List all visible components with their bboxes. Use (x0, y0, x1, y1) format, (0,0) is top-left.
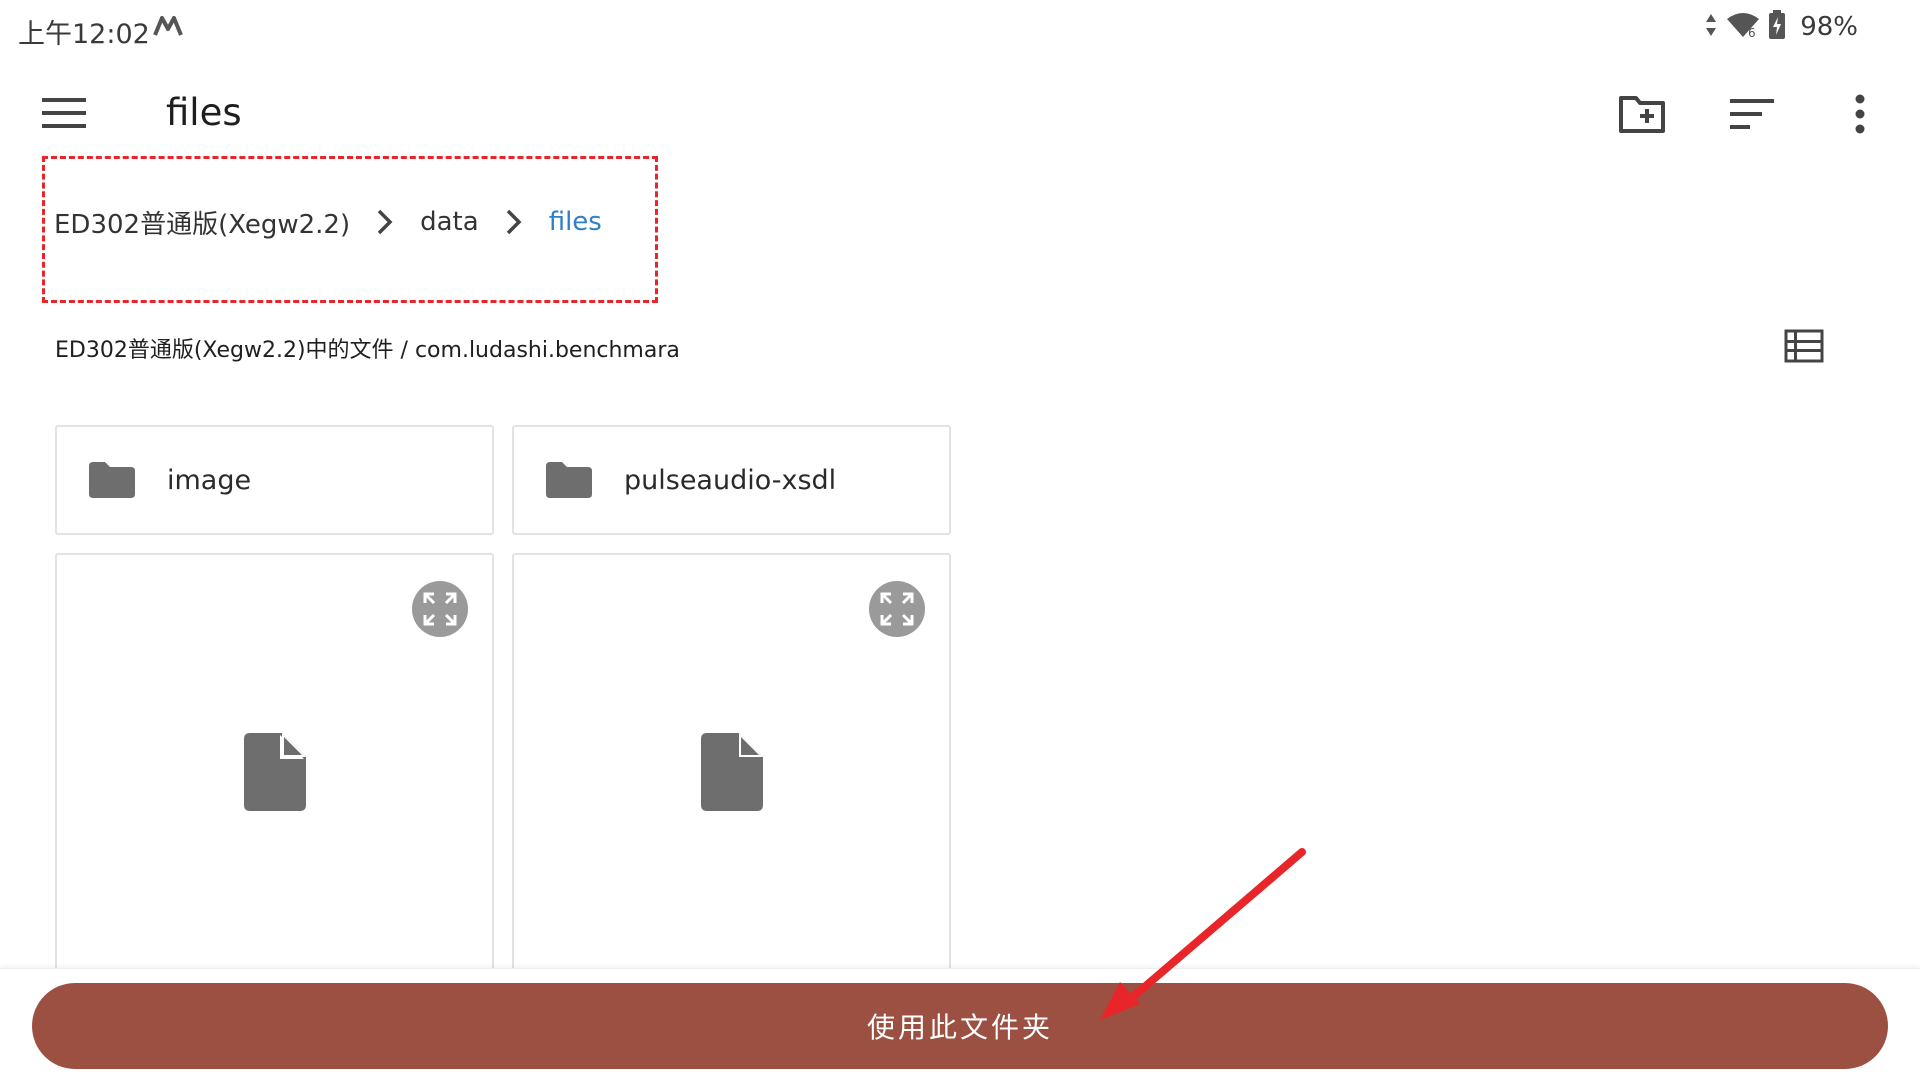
file-item[interactable] (55, 553, 494, 973)
app-notification-icon (153, 15, 187, 41)
folder-icon (546, 462, 592, 498)
app-bar: files (0, 58, 1920, 166)
use-this-folder-button[interactable]: 使用此文件夹 (32, 983, 1888, 1069)
file-icon (243, 733, 306, 811)
more-vert-icon (1855, 94, 1865, 134)
chevron-right-icon (350, 208, 420, 236)
expand-preview-button[interactable] (412, 581, 468, 637)
folder-item[interactable]: pulseaudio-xsdl (512, 425, 951, 535)
folder-item[interactable]: image (55, 425, 494, 535)
breadcrumb-item-files[interactable]: files (549, 207, 602, 237)
list-view-icon (1784, 329, 1824, 363)
folder-icon (89, 462, 135, 498)
new-folder-button[interactable] (1610, 82, 1674, 146)
folder-name: pulseaudio-xsdl (624, 464, 837, 496)
page-title: files (166, 91, 242, 134)
sort-icon (1730, 99, 1774, 129)
status-bar: 上午12:02 6 98% (0, 0, 1920, 58)
more-options-button[interactable] (1828, 82, 1892, 146)
battery-percent: 98% (1800, 12, 1858, 42)
view-mode-toggle[interactable] (1780, 322, 1828, 370)
current-path: ED302普通版(Xegw2.2)中的文件 / com.ludashi.benc… (55, 338, 680, 363)
status-time: 上午12:02 (18, 19, 150, 50)
hamburger-menu-icon (42, 98, 86, 128)
folder-name: image (167, 464, 252, 496)
svg-text:6: 6 (1748, 26, 1756, 39)
menu-button[interactable] (30, 88, 98, 138)
breadcrumb: ED302普通版(Xegw2.2) data files (54, 197, 602, 247)
expand-preview-button[interactable] (869, 581, 925, 637)
new-folder-icon (1619, 96, 1665, 133)
file-item[interactable] (512, 553, 951, 973)
file-icon (700, 733, 763, 811)
bottom-action-bar: 使用此文件夹 (0, 968, 1920, 1080)
chevron-right-icon (479, 208, 549, 236)
wifi-icon: 6 (1726, 11, 1760, 43)
breadcrumb-item-data[interactable]: data (420, 207, 479, 237)
battery-charging-icon (1768, 10, 1786, 44)
breadcrumb-item-root[interactable]: ED302普通版(Xegw2.2) (54, 204, 350, 241)
fullscreen-icon (423, 592, 457, 626)
sort-button[interactable] (1720, 82, 1784, 146)
fullscreen-icon (880, 592, 914, 626)
data-arrows-icon (1704, 12, 1718, 42)
